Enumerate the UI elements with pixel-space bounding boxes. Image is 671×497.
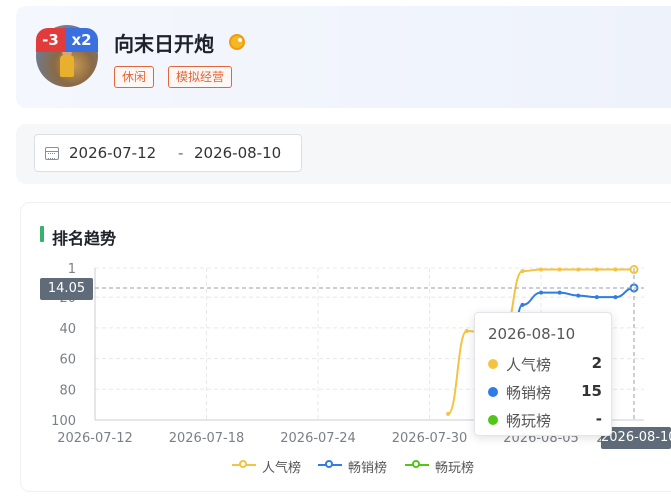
series-point [446,411,451,416]
legend-swatch [405,460,429,468]
legend-label: 人气榜 [262,461,302,476]
y-tick-label: 60 [59,353,76,368]
tooltip-dot [488,387,498,397]
x-tick-label: 2026-07-12 [57,431,133,446]
series-point [464,328,469,333]
tooltip-date: 2026-08-10 [488,325,576,343]
tooltip-row-popularity: 人气榜 2 [488,354,602,374]
x-tick-label: 2026-07-24 [280,431,356,446]
tooltip-value: 15 [581,382,602,400]
chart-tooltip: 2026-08-10 人气榜 2 畅销榜 15 畅玩榜 - [474,312,612,436]
x-tick-label: 2026-07-30 [392,431,468,446]
y-tick-label: 1 [68,262,76,277]
y-tick-label: 80 [59,383,76,398]
tooltip-label: 畅销榜 [506,384,552,402]
legend-label: 畅玩榜 [435,461,475,476]
x-tick-label: 2026-07-18 [169,431,245,446]
tooltip-value: 2 [591,354,602,372]
series-point [613,267,618,272]
tooltip-label: 人气榜 [506,356,552,374]
series-point [613,295,618,300]
y-tick-label: 40 [59,322,76,337]
series-point [576,267,581,272]
series-point [520,302,525,307]
crosshair-y-pointer: 14.05 [40,278,93,300]
series-point [539,267,544,272]
series-point [520,269,525,274]
series-point [557,267,562,272]
tooltip-dot [488,359,498,369]
y-tick-label: 100 [51,414,76,429]
legend-swatch [318,460,342,468]
series-point [576,293,581,298]
series-point [539,290,544,295]
series-point [557,290,562,295]
legend-label: 畅销榜 [348,461,388,476]
tooltip-row-bestseller: 畅销榜 15 [488,382,602,402]
tooltip-value: - [595,410,602,428]
tooltip-dot [488,415,498,425]
legend-swatch [232,460,256,468]
tooltip-label: 畅玩榜 [506,412,552,430]
series-point [594,267,599,272]
tooltip-row-playing: 畅玩榜 - [488,410,602,430]
series-point [594,295,599,300]
